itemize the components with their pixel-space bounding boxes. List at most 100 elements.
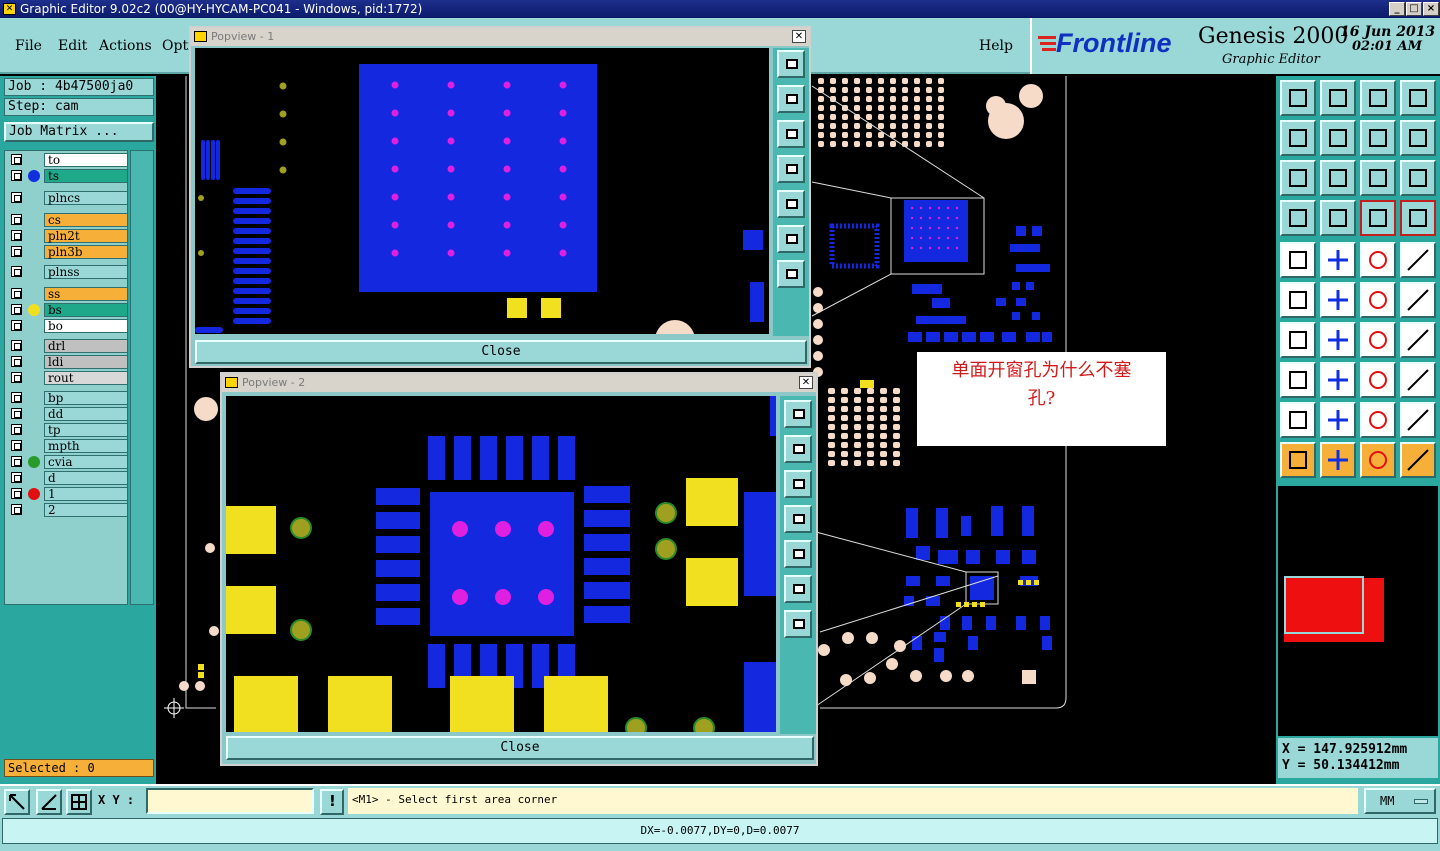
layer-name[interactable]: pln3b — [44, 245, 128, 259]
popview-pan-down-icon[interactable] — [777, 120, 805, 148]
select-line-icon[interactable] — [1320, 362, 1356, 398]
layer-list-scrollbar[interactable] — [130, 150, 154, 605]
popview-pan-up-icon[interactable] — [777, 85, 805, 113]
popview-2-close-button[interactable]: Close — [226, 736, 814, 760]
triangle-icon[interactable] — [1280, 402, 1316, 438]
zoom-area-icon[interactable] — [4, 789, 30, 815]
ruler-icon[interactable] — [1280, 200, 1316, 236]
scale-1-2-icon[interactable] — [1360, 160, 1396, 196]
popview-1-close-icon[interactable]: ✕ — [792, 30, 806, 43]
pointer-alt-icon[interactable] — [1360, 442, 1396, 478]
menu-edit[interactable]: Edit — [58, 38, 87, 54]
layer-checkbox[interactable] — [11, 472, 22, 483]
popview-fit-icon[interactable] — [777, 225, 805, 253]
split-view-icon[interactable] — [1400, 80, 1436, 116]
layer-row-pln2t[interactable]: pln2t — [8, 229, 128, 243]
layer-checkbox[interactable] — [11, 304, 22, 315]
grid-icon[interactable] — [1320, 200, 1356, 236]
group-icon[interactable] — [1400, 362, 1436, 398]
layer-row-2[interactable]: 2 — [8, 503, 128, 517]
layer-name[interactable]: cvia — [44, 455, 128, 469]
layer-row-rout[interactable]: rout — [8, 371, 128, 385]
slash-icon[interactable] — [1320, 322, 1356, 358]
pointer-icon[interactable] — [1280, 442, 1316, 478]
triangle-edit-icon[interactable] — [1320, 402, 1356, 438]
layer-row-1[interactable]: 1 — [8, 487, 128, 501]
route-icon[interactable] — [1400, 442, 1436, 478]
layer-row-plnss[interactable]: plnss — [8, 265, 128, 279]
layer-checkbox[interactable] — [11, 320, 22, 331]
arc-icon[interactable] — [1360, 402, 1396, 438]
layer-checkbox[interactable] — [11, 356, 22, 367]
layer-row-dd[interactable]: dd — [8, 407, 128, 421]
layer-checkbox[interactable] — [11, 230, 22, 241]
cross-icon[interactable] — [1320, 282, 1356, 318]
layer-checkbox[interactable] — [11, 288, 22, 299]
layer-name[interactable]: bs — [44, 303, 128, 317]
node-icon[interactable] — [1280, 282, 1316, 318]
rotate-icon[interactable] — [1360, 322, 1396, 358]
layer-row-d[interactable]: d — [8, 471, 128, 485]
popview-zoom-icon[interactable] — [784, 400, 812, 428]
layer-row-ss[interactable]: ss — [8, 287, 128, 301]
layer-name[interactable]: mpth — [44, 439, 128, 453]
layer-checkbox[interactable] — [11, 372, 22, 383]
popview-pan-right-icon[interactable] — [777, 190, 805, 218]
layer-row-bp[interactable]: bp — [8, 391, 128, 405]
popview-2-close-icon[interactable]: ✕ — [799, 376, 813, 389]
layer-name[interactable]: ts — [44, 169, 128, 183]
layer-row-drl[interactable]: drl — [8, 339, 128, 353]
xy-input[interactable] — [146, 788, 314, 814]
swap-icon[interactable] — [1360, 120, 1396, 156]
popview-pan-right-icon[interactable] — [784, 540, 812, 568]
layer-name[interactable]: bp — [44, 391, 128, 405]
popview-pan-up-icon[interactable] — [784, 435, 812, 463]
layer-name[interactable]: to — [44, 153, 128, 167]
layer-row-mpth[interactable]: mpth — [8, 439, 128, 453]
help-query-icon[interactable] — [1400, 160, 1436, 196]
arc-edit-icon[interactable] — [1400, 402, 1436, 438]
popview-2-view[interactable] — [226, 396, 776, 732]
layer-name[interactable]: cs — [44, 213, 128, 227]
units-dropdown[interactable]: MM — [1364, 788, 1436, 814]
layer-name[interactable]: rout — [44, 371, 128, 385]
popview-center-icon[interactable] — [784, 610, 812, 638]
mirror-icon[interactable] — [1400, 322, 1436, 358]
home-view-icon[interactable] — [1360, 80, 1396, 116]
popview-fit-icon[interactable] — [784, 575, 812, 603]
grid-toggle-icon[interactable] — [66, 789, 92, 815]
measure-icon[interactable] — [1360, 242, 1396, 278]
popview-zoom-icon[interactable] — [777, 50, 805, 78]
zoom-prev-icon[interactable] — [1320, 80, 1356, 116]
layer-checkbox[interactable] — [11, 214, 22, 225]
connect-icon[interactable] — [1360, 282, 1396, 318]
layer-row-to[interactable]: to — [8, 153, 128, 167]
zoom-home-icon[interactable] — [1280, 80, 1316, 116]
layer-checkbox[interactable] — [11, 488, 22, 499]
close-window-button[interactable]: × — [1423, 2, 1439, 16]
alert-icon[interactable]: ! — [320, 789, 344, 815]
dimension-icon[interactable] — [1360, 362, 1396, 398]
connect-alt-icon[interactable] — [1400, 282, 1436, 318]
layer-checkbox[interactable] — [11, 424, 22, 435]
popview-center-icon[interactable] — [777, 260, 805, 288]
layer-checkbox[interactable] — [11, 440, 22, 451]
layer-checkbox[interactable] — [11, 504, 22, 515]
layer-checkbox[interactable] — [11, 192, 22, 203]
layer-checkbox[interactable] — [11, 266, 22, 277]
layer-name[interactable]: drl — [44, 339, 128, 353]
job-matrix-button[interactable]: Job Matrix ... — [4, 122, 154, 142]
popview-pan-down-icon[interactable] — [784, 470, 812, 498]
layer-checkbox[interactable] — [11, 408, 22, 419]
pan-right-icon[interactable] — [1320, 120, 1356, 156]
menu-options[interactable]: Opti — [162, 38, 193, 54]
maximize-button[interactable]: □ — [1406, 2, 1422, 16]
layer-checkbox[interactable] — [11, 340, 22, 351]
layer-checkbox[interactable] — [11, 154, 22, 165]
pointer-box-icon[interactable] — [1320, 442, 1356, 478]
menu-actions[interactable]: Actions — [99, 38, 152, 54]
layer-checkbox[interactable] — [11, 170, 22, 181]
frame-icon[interactable] — [1400, 242, 1436, 278]
layer-checkbox[interactable] — [11, 456, 22, 467]
feature-select-alt-icon[interactable] — [1400, 200, 1436, 236]
